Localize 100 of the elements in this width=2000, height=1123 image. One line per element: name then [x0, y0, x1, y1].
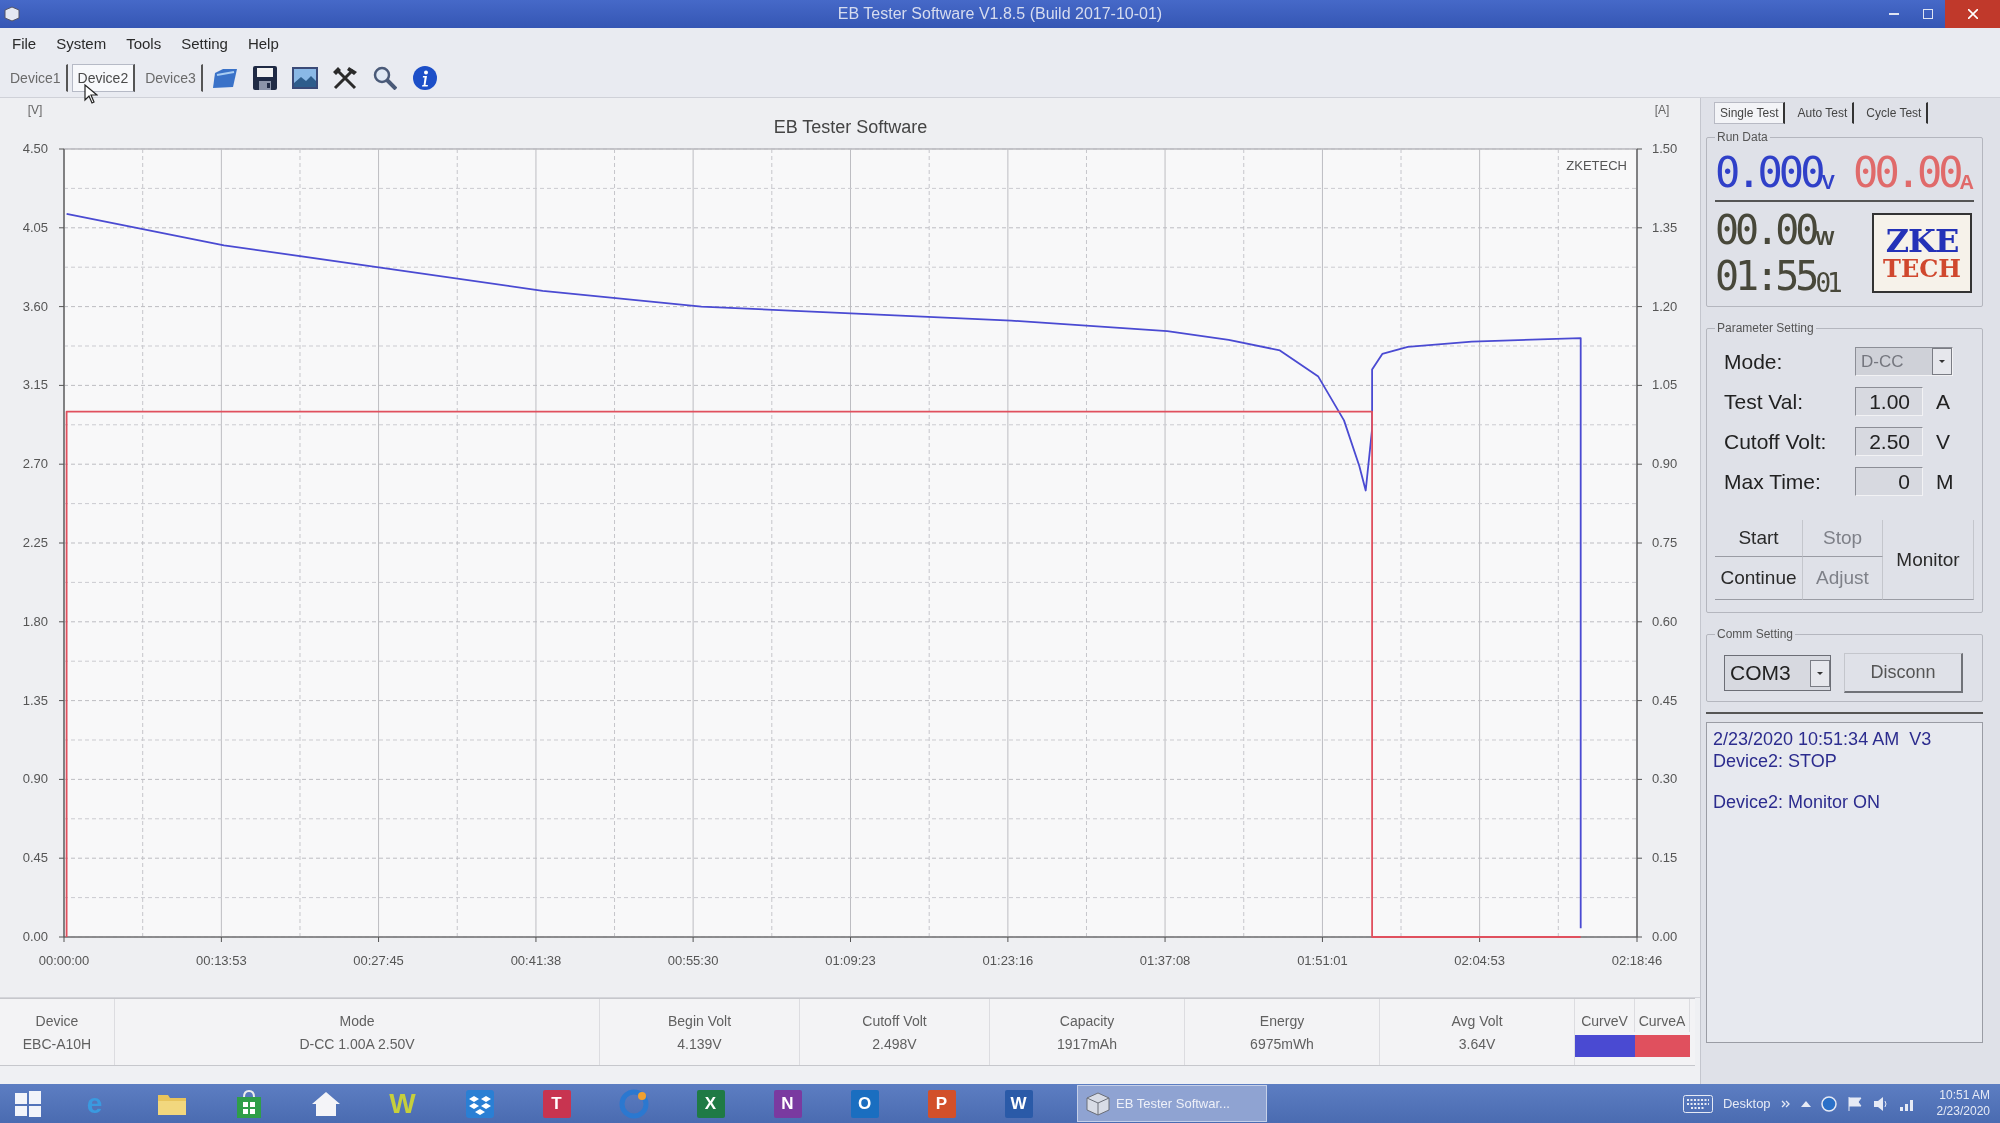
input-field[interactable]: 0 — [1855, 467, 1923, 496]
diamonds-icon[interactable] — [465, 1089, 494, 1118]
menu-item[interactable]: Tools — [116, 30, 172, 56]
column-header: CurveA — [1635, 999, 1690, 1032]
flag-icon[interactable] — [1846, 1095, 1863, 1112]
cube-icon — [1086, 1091, 1110, 1116]
hexagon-icon — [4, 6, 20, 22]
menu-item[interactable]: Help — [237, 30, 289, 56]
taskbar-button[interactable]: N — [773, 1089, 802, 1118]
y-axis-tick-label: 0.30 — [1652, 771, 1678, 787]
y-axis-tick-label: 0.90 — [1652, 456, 1678, 472]
info-icon — [412, 65, 437, 90]
column-header: Cutoff Volt — [800, 999, 990, 1032]
y-axis-tick-label: 1.35 — [1652, 219, 1678, 235]
table-cell: 4.139V — [600, 1032, 800, 1065]
menu-item[interactable]: Setting — [171, 30, 238, 56]
ring-icon[interactable] — [618, 1088, 649, 1119]
house-icon[interactable] — [310, 1090, 341, 1117]
speaker-icon[interactable] — [1872, 1095, 1889, 1112]
x-axis-tick-label: 00:00:00 — [38, 953, 90, 968]
column-header: Device — [0, 999, 115, 1032]
x-axis-tick-label: 00:55:30 — [667, 953, 719, 968]
column-header: Avg Volt — [1380, 999, 1575, 1032]
x-axis-tick-label: 01:51:01 — [1297, 953, 1348, 968]
y-axis-tick-label: 0.60 — [1652, 613, 1678, 629]
save-icon — [252, 65, 277, 90]
seconds-readout: 01 — [1815, 270, 1839, 296]
field-label: Max Time: — [1724, 469, 1822, 494]
x-axis-tick-label: 02:04:53 — [1454, 953, 1505, 968]
taskbar-button[interactable]: O — [850, 1089, 879, 1118]
start-icon — [15, 1090, 41, 1117]
input-field[interactable]: 1.00 — [1855, 387, 1923, 416]
chart-title: EB Tester Software — [773, 117, 928, 137]
disconnect-button[interactable]: Disconn — [1844, 653, 1963, 693]
double-chevron-icon[interactable] — [1780, 1098, 1791, 1109]
folder-icon — [211, 66, 238, 89]
field-label: Mode: — [1724, 349, 1784, 374]
device-tab[interactable]: Device1 — [4, 63, 68, 92]
group-title: Comm Setting — [1716, 627, 1795, 641]
caret-down-icon — [1810, 659, 1830, 687]
column-header: Begin Volt — [600, 999, 800, 1032]
y-axis-tick-label: 1.35 — [22, 692, 48, 708]
shopping-bag-icon[interactable] — [235, 1089, 262, 1118]
y-axis-tick-label: 2.70 — [22, 456, 48, 472]
device-tab[interactable]: Device2 — [71, 63, 136, 92]
menu-item[interactable]: File — [2, 30, 47, 56]
close-button[interactable] — [1945, 0, 2000, 28]
y-axis-tick-label: 3.60 — [22, 298, 48, 314]
x-axis-tick-label: 01:37:08 — [1139, 953, 1191, 968]
group-title: Parameter Setting — [1716, 321, 1815, 335]
power-readout: 00.00 — [1715, 210, 1816, 250]
y-axis-tick-label: 1.50 — [1652, 141, 1678, 156]
table-cell: 1917mAh — [990, 1032, 1185, 1065]
network-icon[interactable] — [1820, 1095, 1837, 1112]
toolbar-label[interactable]: Desktop — [1722, 1096, 1771, 1111]
column-header: Capacity — [990, 999, 1185, 1032]
x-axis-tick-label: 01:09:23 — [825, 953, 876, 968]
y-axis-tick-label: 3.15 — [22, 377, 48, 393]
close-icon — [1967, 9, 1978, 19]
unit-label: M — [1936, 469, 1955, 494]
taskbar-button[interactable]: X — [696, 1089, 725, 1118]
log-line: Device2: STOP — [1713, 751, 1838, 772]
y-axis-tick-label: 0.15 — [1652, 850, 1678, 866]
y-axis-tick-label: 1.20 — [1652, 298, 1678, 314]
tab[interactable]: Cycle Test — [1860, 102, 1929, 124]
y-axis-tick-label: 1.05 — [1652, 377, 1678, 393]
column-header: Mode — [115, 999, 600, 1032]
chart-watermark-label: ZKETECH — [1566, 158, 1627, 173]
search-icon — [372, 65, 397, 90]
y-axis-tick-label: 0.00 — [1652, 929, 1678, 944]
mouse-pointer-icon — [84, 84, 98, 104]
action-button[interactable]: Monitor — [1883, 520, 1974, 600]
landscape-image-icon — [291, 66, 318, 89]
input-field[interactable]: 2.50 — [1855, 427, 1923, 456]
caret-up-icon[interactable] — [1800, 1100, 1811, 1107]
table-cell: EBC-A10H — [0, 1032, 115, 1065]
keyboard-icon[interactable] — [1682, 1094, 1713, 1113]
unit-label: W — [1815, 228, 1835, 250]
clock-time[interactable]: 10:51 AM — [1939, 1087, 1990, 1104]
current-readout: 00.00 — [1853, 152, 1960, 194]
tab[interactable]: Auto Test — [1791, 102, 1855, 124]
taskbar-button[interactable]: P — [927, 1089, 956, 1118]
y-axis-tick-label: 0.00 — [22, 929, 48, 944]
brand-logo: ZKE TECH — [1872, 213, 1972, 293]
tab[interactable]: Single Test — [1714, 102, 1786, 124]
column-header: Energy — [1185, 999, 1380, 1032]
clock-date[interactable]: 2/23/2020 — [1936, 1103, 1990, 1120]
taskbar-button[interactable]: W — [1004, 1089, 1033, 1118]
menu-item[interactable]: System — [46, 30, 117, 56]
unit-label: V — [1936, 429, 1951, 454]
group-title: Run Data — [1716, 130, 1769, 144]
action-button[interactable]: Continue — [1715, 557, 1803, 600]
device-tab[interactable]: Device3 — [139, 63, 203, 92]
minimize-icon — [1889, 13, 1899, 15]
taskbar-button[interactable]: T — [542, 1089, 571, 1118]
y-axis-tick-label: 0.45 — [1652, 692, 1678, 708]
action-button[interactable]: Start — [1715, 520, 1803, 557]
port-dropdown[interactable]: COM3 — [1724, 655, 1831, 691]
time-readout: 01:55 — [1715, 256, 1816, 296]
field-label: Cutoff Volt: — [1724, 429, 1828, 454]
